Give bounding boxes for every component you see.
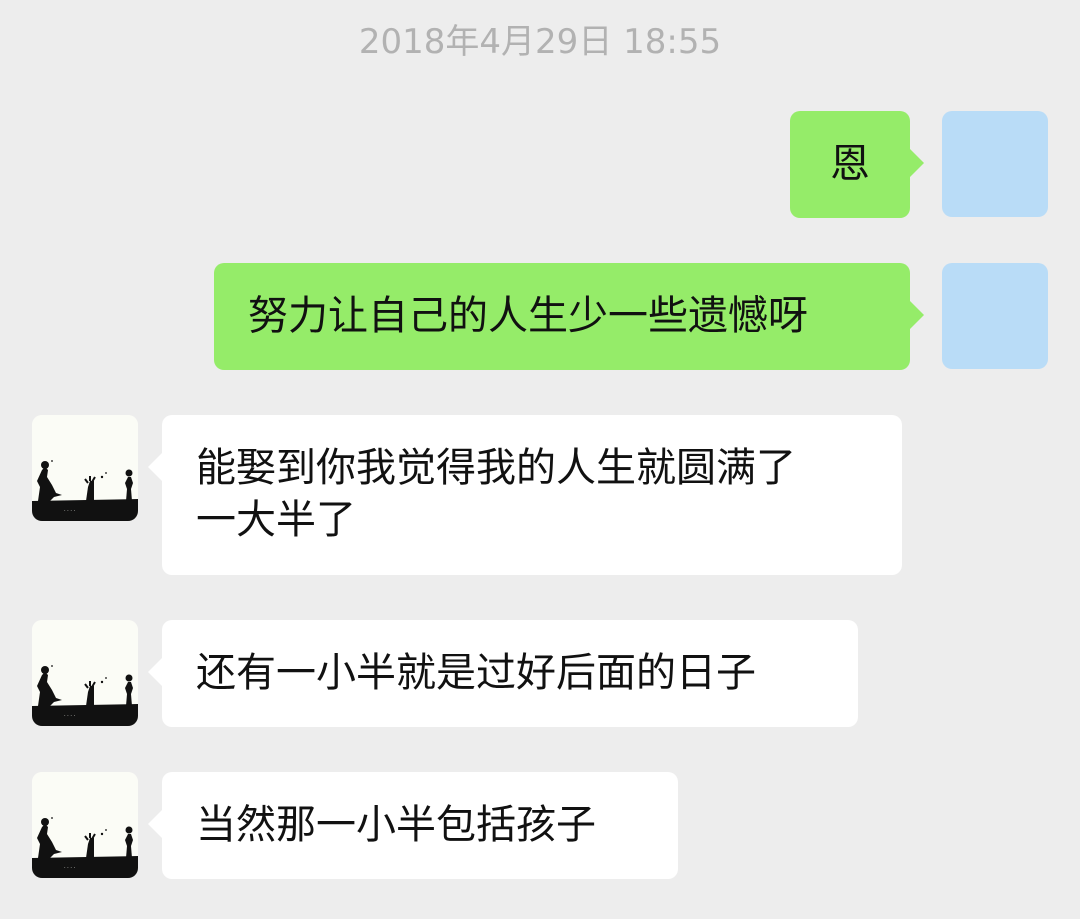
- message-bubble-received[interactable]: 当然那一小半包括孩子: [148, 772, 678, 879]
- silhouette-avatar-art: · · · ·: [32, 620, 138, 726]
- friend-avatar[interactable]: · · · ·: [32, 620, 138, 726]
- message-text: 能娶到你我觉得我的人生就圆满了: [196, 445, 796, 491]
- message-bubble-sent[interactable]: 恩: [790, 111, 924, 218]
- silhouette-avatar-art: · · · ·: [32, 415, 138, 521]
- svg-text:· · · ·: · · · ·: [64, 713, 76, 719]
- message-text: 努力让自己的人生少一些遗憾呀: [248, 293, 808, 339]
- message-bubble-received[interactable]: 还有一小半就是过好后面的日子: [148, 620, 858, 727]
- message-text: 一大半了: [196, 497, 356, 543]
- message-text: 恩: [830, 141, 870, 187]
- message-bubble-received[interactable]: 能娶到你我觉得我的人生就圆满了 一大半了: [148, 415, 902, 575]
- message-text: 当然那一小半包括孩子: [196, 802, 596, 848]
- chat-timestamp: 2018年4月29日 18:55: [358, 22, 722, 62]
- silhouette-avatar-art: · · · ·: [32, 772, 138, 878]
- my-avatar[interactable]: [942, 263, 1048, 369]
- svg-text:· · · ·: · · · ·: [64, 865, 76, 871]
- message-bubble-sent[interactable]: 努力让自己的人生少一些遗憾呀: [214, 263, 924, 370]
- message-text: 还有一小半就是过好后面的日子: [196, 650, 756, 696]
- svg-text:· · · ·: · · · ·: [64, 508, 76, 514]
- my-avatar[interactable]: [942, 111, 1048, 217]
- friend-avatar[interactable]: · · · ·: [32, 772, 138, 878]
- friend-avatar[interactable]: · · · ·: [32, 415, 138, 521]
